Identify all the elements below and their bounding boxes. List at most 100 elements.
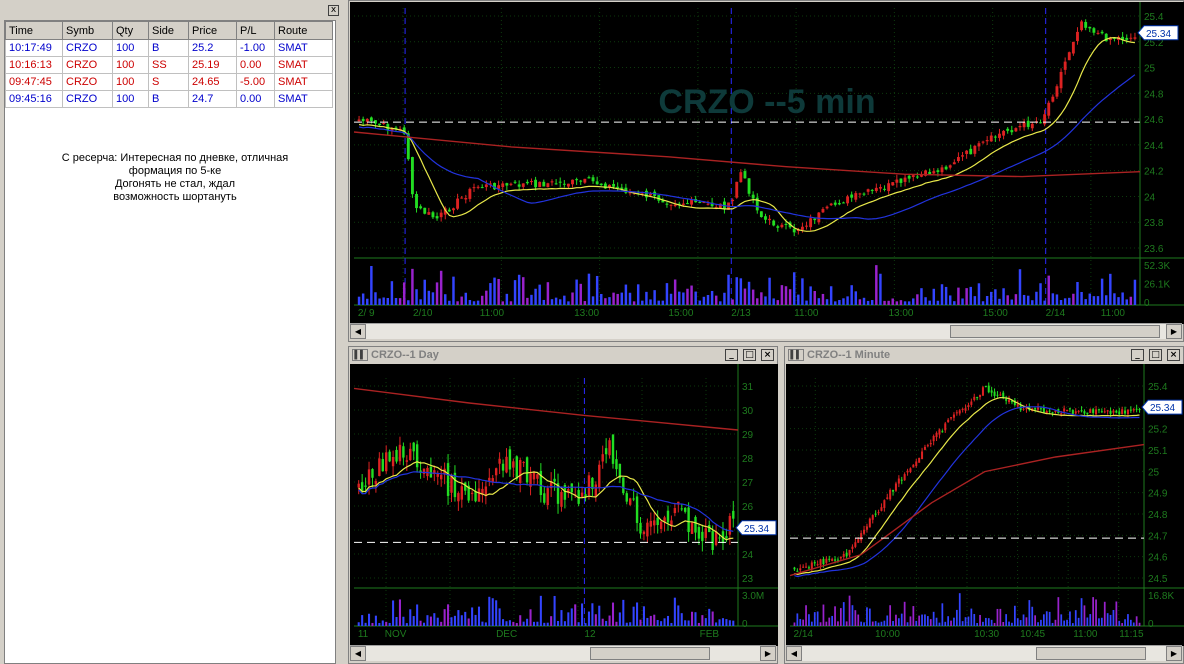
volume-bar	[452, 276, 455, 305]
candle-body	[491, 478, 494, 482]
candle-body	[802, 566, 805, 568]
table-row[interactable]: 09:45:16 CRZO 100 B 24.7 0.00 SMAT	[5, 90, 333, 108]
candle-body	[751, 194, 755, 199]
candle-body	[546, 488, 549, 506]
scrollbar-1day[interactable]: ◀ ▶	[350, 645, 776, 661]
volume-bar	[845, 621, 848, 626]
scrollbar-5min[interactable]: ◀ ▶	[350, 323, 1182, 339]
volume-bar	[405, 623, 408, 626]
scroll-right-arrow-icon[interactable]: ▶	[1166, 646, 1182, 661]
volume-bar	[1037, 622, 1039, 626]
close-button[interactable]: ×	[761, 349, 774, 361]
volume-bar	[512, 621, 515, 626]
candle-body	[958, 410, 961, 414]
volume-bar	[464, 611, 467, 626]
scroll-right-arrow-icon[interactable]: ▶	[1166, 324, 1182, 339]
candle-body	[1092, 409, 1095, 413]
scroll-left-arrow-icon[interactable]: ◀	[350, 324, 366, 339]
volume-tick-label: 0	[742, 619, 748, 630]
volume-bar	[731, 299, 734, 305]
volume-bar	[1016, 618, 1019, 626]
candle-body	[1071, 41, 1075, 54]
x-tick-label: 2/10	[413, 308, 433, 319]
candle-body	[550, 181, 554, 183]
candle-body	[842, 554, 845, 557]
chart-1min[interactable]: 25.425.325.225.12524.924.824.724.624.516…	[786, 364, 1184, 646]
candle-body	[846, 196, 850, 204]
candle-body	[940, 167, 944, 173]
candle-body	[476, 186, 480, 188]
volume-bar	[797, 294, 800, 305]
volume-bar	[645, 291, 648, 305]
cell-pl: 0.00	[236, 90, 275, 108]
scrollbar-1min[interactable]: ◀ ▶	[786, 645, 1182, 661]
scroll-right-arrow-icon[interactable]: ▶	[760, 646, 776, 661]
col-side[interactable]: Side	[148, 21, 189, 40]
candle-body	[883, 188, 886, 190]
candle-body	[796, 570, 799, 572]
volume-bar	[653, 614, 656, 626]
col-time[interactable]: Time	[5, 21, 63, 40]
candle-body	[952, 162, 956, 165]
volume-bar	[838, 299, 841, 305]
scroll-thumb[interactable]	[590, 647, 710, 660]
volume-bar	[900, 613, 903, 626]
candle-body	[410, 157, 414, 195]
maximize-button[interactable]: □	[1149, 349, 1162, 361]
candle-body	[1106, 410, 1109, 412]
col-route[interactable]: Route	[274, 21, 333, 40]
candle-body	[833, 202, 837, 205]
col-qty[interactable]: Qty	[112, 21, 149, 40]
volume-bar	[460, 615, 463, 626]
titlebar-1min[interactable]: ▌▌ CRZO--1 Minute _ □ ×	[785, 347, 1183, 363]
y-tick-label: 24.8	[1148, 510, 1168, 521]
volume-tick-label: 0	[1144, 298, 1150, 309]
chart-1day[interactable]: 3130292827262524233.0M011NOVDEC12FEB25.3…	[350, 364, 778, 646]
volume-bar	[918, 615, 921, 626]
scroll-left-arrow-icon[interactable]: ◀	[350, 646, 366, 661]
volume-bar	[464, 292, 468, 305]
cell-route: SMAT	[274, 56, 333, 74]
volume-bar	[488, 596, 491, 626]
candle-body	[680, 508, 683, 510]
volume-bar	[805, 605, 807, 626]
close-trade-log-button[interactable]: x	[328, 5, 339, 16]
table-row[interactable]: 10:16:13 CRZO 100 SS 25.19 0.00 SMAT	[5, 56, 333, 74]
close-button[interactable]: ×	[1167, 349, 1180, 361]
candle-body	[1074, 411, 1077, 414]
volume-bar	[701, 615, 704, 626]
volume-bar	[967, 616, 970, 626]
col-price[interactable]: Price	[188, 21, 237, 40]
candle-body	[357, 119, 361, 122]
candle-body	[874, 187, 878, 192]
table-row[interactable]: 09:47:45 CRZO 100 S 24.65 -5.00 SMAT	[5, 73, 333, 91]
candle-body	[993, 391, 996, 396]
scroll-thumb[interactable]	[950, 325, 1160, 338]
candle-body	[998, 133, 1001, 138]
minimize-button[interactable]: _	[725, 349, 738, 361]
chart-5min[interactable]: 25.425.22524.824.624.424.22423.823.6CRZO…	[350, 2, 1184, 324]
minimize-button[interactable]: _	[1131, 349, 1144, 361]
candle-body	[1112, 410, 1115, 413]
x-tick-label: 11:00	[794, 308, 819, 319]
candle-body	[694, 516, 697, 533]
scroll-left-arrow-icon[interactable]: ◀	[786, 646, 802, 661]
col-pl[interactable]: P/L	[236, 21, 275, 40]
candle-body	[494, 468, 498, 476]
volume-bar	[697, 622, 700, 626]
candle-body	[665, 203, 669, 205]
volume-bar	[994, 289, 997, 305]
candle-body	[566, 183, 570, 187]
scroll-thumb[interactable]	[1036, 647, 1146, 660]
maximize-button[interactable]: □	[743, 349, 756, 361]
titlebar-1day[interactable]: ▌▌ CRZO--1 Day _ □ ×	[349, 347, 777, 363]
col-symb[interactable]: Symb	[62, 21, 113, 40]
volume-bar	[874, 621, 877, 626]
candle-body	[659, 521, 663, 529]
candle-body	[903, 474, 906, 481]
cell-side: B	[148, 90, 189, 108]
candle-body	[622, 477, 625, 494]
table-row[interactable]: 10:17:49 CRZO 100 B 25.2 -1.00 SMAT	[5, 39, 333, 57]
volume-bar	[866, 607, 868, 626]
candle-body	[367, 469, 371, 485]
